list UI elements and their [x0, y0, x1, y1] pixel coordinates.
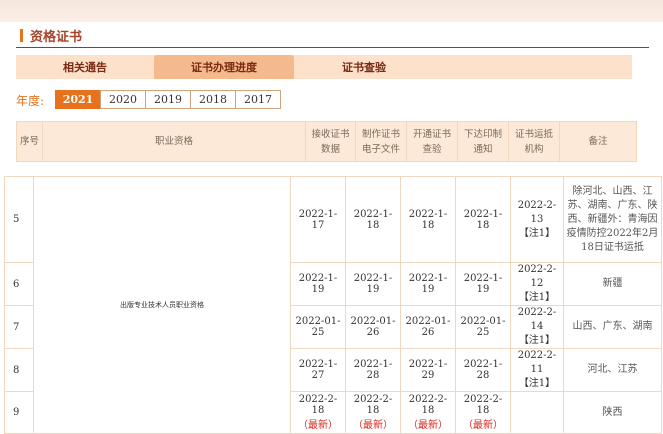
qualification-cell: 出版专业技术人员职业资格	[33, 176, 291, 434]
mail-date: 2022-2-11	[517, 350, 557, 375]
cell-send-check: 2022-2-18 （最新）	[400, 391, 456, 434]
cell-remark: 除河北、山西、江苏、湖南、广东、陕西、新疆外：青海因疫情防控2022年2月18日…	[563, 176, 662, 263]
header-make-e: 制作证书电子文件	[355, 121, 407, 162]
header-mail: 证书运抵机构	[508, 121, 560, 162]
latest-tag: （最新）	[353, 420, 393, 431]
header-seq: 序号	[16, 121, 43, 162]
cell-make-e: 2022-1-18	[345, 176, 401, 263]
year-label: 年度:	[16, 94, 45, 108]
row-seq: 6	[4, 262, 34, 306]
mail-note: 【注1】	[518, 227, 556, 239]
cell-make-e: 2022-2-18 （最新）	[345, 391, 401, 434]
mail-date: 2022-2-12	[517, 264, 557, 289]
cell-send-check: 2022-1-19	[400, 262, 456, 306]
cell-print: 2022-1-19	[455, 262, 511, 306]
cell-mail: 2022-2-11 【注1】	[510, 348, 564, 392]
header-remark: 备注	[559, 121, 637, 162]
header-qualification: 职业资格	[42, 121, 306, 162]
cell-receive: 2022-1-19	[290, 262, 346, 306]
cell-send-check: 2022-1-18	[400, 176, 456, 263]
table-header: 序号 职业资格 接收证书数据 制作证书电子文件 开通证书查验 下达印制通知 证书…	[16, 121, 637, 162]
latest-tag: （最新）	[298, 420, 338, 431]
cell-send-check: 2022-1-29	[400, 348, 456, 392]
cell-receive: 2022-2-18 （最新）	[290, 391, 346, 434]
cell-make-e: 2022-1-19	[345, 262, 401, 306]
cell-make-e: 2022-01-26	[345, 305, 401, 349]
cell-receive: 2022-1-27	[290, 348, 346, 392]
cell-print: 2022-1-18	[455, 176, 511, 263]
section-title: 资格证书	[30, 28, 83, 44]
mail-date: 2022-2-13	[517, 199, 557, 225]
mail-date: 2022-2-14	[517, 307, 557, 332]
table-row: 5 出版专业技术人员职业资格 2022-1-17 2022-1-18 2022-…	[4, 176, 662, 434]
cell-make-e: 2022-1-28	[345, 348, 401, 392]
cell-mail: 2022-2-14 【注1】	[510, 305, 564, 349]
tab-progress[interactable]: 证书办理进度	[154, 55, 294, 79]
row-seq: 7	[4, 305, 34, 349]
cell-print: 2022-1-28	[455, 348, 511, 392]
top-banner	[0, 0, 663, 22]
header-receive: 接收证书数据	[305, 121, 356, 162]
row-seq: 8	[4, 348, 34, 392]
mail-note: 【注1】	[518, 378, 556, 389]
mail-note: 【注1】	[518, 292, 556, 303]
date-value: 2022-2-18	[353, 394, 393, 416]
year-2017-button[interactable]: 2017	[235, 90, 281, 109]
cell-print: 2022-01-25	[455, 305, 511, 349]
year-2019-button[interactable]: 2019	[145, 90, 191, 109]
cell-receive: 2022-01-25	[290, 305, 346, 349]
row-seq: 9	[4, 391, 34, 434]
year-2020-button[interactable]: 2020	[100, 90, 146, 109]
year-2018-button[interactable]: 2018	[190, 90, 236, 109]
cell-remark: 新疆	[563, 262, 662, 306]
cell-remark: 河北、江苏	[563, 348, 662, 392]
cell-receive: 2022-1-17	[290, 176, 346, 263]
cell-mail: 2022-2-13 【注1】	[510, 176, 564, 263]
row-seq: 5	[4, 176, 34, 263]
header-print: 下达印制通知	[457, 121, 509, 162]
latest-tag: （最新）	[463, 420, 503, 431]
title-accent-bar	[20, 28, 23, 42]
year-selector: 2021 2020 2019 2018 2017	[55, 90, 281, 109]
date-value: 2022-2-18	[463, 394, 503, 416]
section-header: 资格证书	[20, 27, 83, 44]
date-value: 2022-2-18	[408, 394, 448, 416]
cell-mail: 2022-2-12 【注1】	[510, 262, 564, 306]
tab-announcements[interactable]: 相关通告	[16, 55, 154, 79]
cell-remark: 山西、广东、湖南	[563, 305, 662, 349]
progress-table: 5 出版专业技术人员职业资格 2022-1-17 2022-1-18 2022-…	[4, 176, 662, 434]
cell-mail	[510, 391, 564, 434]
date-value: 2022-2-18	[298, 394, 338, 416]
header-send-check: 开通证书查验	[406, 121, 458, 162]
section-divider	[16, 47, 649, 48]
tab-verify[interactable]: 证书查验	[294, 55, 434, 79]
cell-send-check: 2022-01-26	[400, 305, 456, 349]
year-2021-button[interactable]: 2021	[55, 90, 101, 109]
latest-tag: （最新）	[408, 420, 448, 431]
mail-note: 【注1】	[518, 335, 556, 346]
cell-print: 2022-2-18 （最新）	[455, 391, 511, 434]
cell-remark: 陕西	[563, 391, 662, 434]
tab-bar: 相关通告 证书办理进度 证书查验	[16, 55, 632, 79]
